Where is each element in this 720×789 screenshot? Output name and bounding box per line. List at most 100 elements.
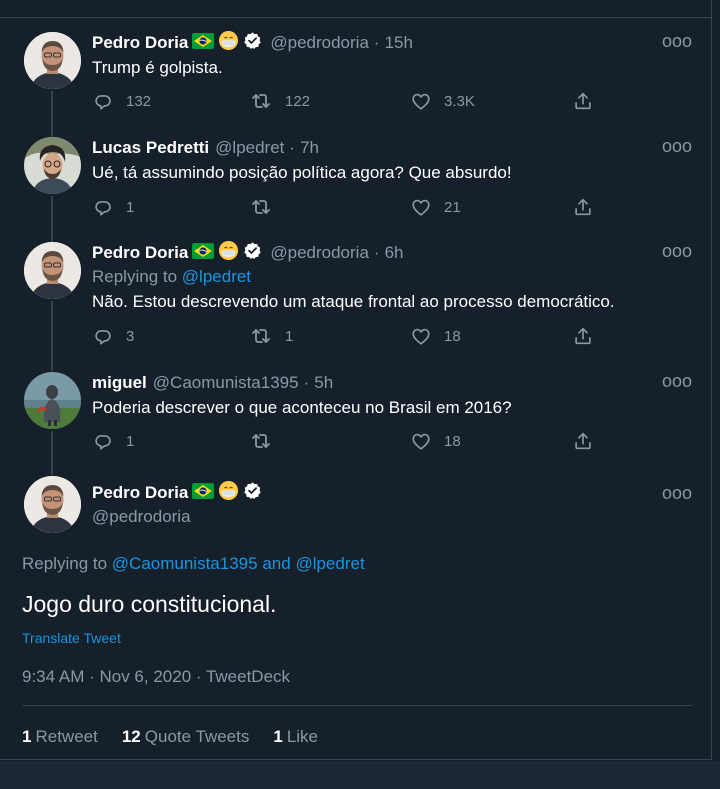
reply-button[interactable]: 3 <box>92 324 134 348</box>
like-button[interactable]: 18 <box>410 324 461 348</box>
like-icon <box>410 430 432 452</box>
like-count: 21 <box>444 198 461 216</box>
like-icon <box>410 325 432 347</box>
tweet-header: Lucas Pedretti @lpedret · 7h <box>92 137 319 159</box>
retweet-button[interactable] <box>249 429 285 453</box>
more-options-icon[interactable]: ooo <box>662 32 692 50</box>
verified-badge-icon <box>243 31 262 55</box>
reply-count: 1 <box>126 198 135 216</box>
top-divider <box>0 17 712 18</box>
reply-button[interactable]: 132 <box>92 89 151 113</box>
quotes-label: Quote Tweets <box>144 727 250 746</box>
avatar-pedro-doria[interactable] <box>24 476 81 533</box>
like-button[interactable]: 18 <box>410 429 461 453</box>
display-name[interactable]: Pedro Doria <box>92 483 188 503</box>
thread-line <box>51 301 53 371</box>
brazil-flag-icon <box>192 33 214 54</box>
replying-to-label: Replying to <box>92 267 178 286</box>
like-count: 18 <box>444 327 461 345</box>
retweet-button[interactable]: 122 <box>249 89 310 113</box>
separator-dot: · <box>303 373 310 392</box>
display-name[interactable]: Pedro Doria <box>92 33 188 53</box>
display-name[interactable]: Pedro Doria <box>92 243 188 263</box>
tweet-text: Não. Estou descrevendo um ataque frontal… <box>92 292 615 311</box>
more-options-icon[interactable]: ooo <box>662 137 692 155</box>
tweet-actions: 132 122 3.3K <box>92 89 612 113</box>
share-icon <box>572 325 594 347</box>
tweet-time[interactable]: 15h <box>385 33 413 53</box>
reply-icon <box>92 196 114 218</box>
tweet-header: Pedro Doria @pedrodoria · 15h <box>92 32 413 54</box>
share-icon <box>572 430 594 452</box>
replying-to: Replying to @lpedret <box>92 267 251 287</box>
user-handle[interactable]: @lpedret <box>215 138 284 158</box>
retweet-icon <box>249 195 273 219</box>
retweet-icon <box>249 324 273 348</box>
replying-to-and: and <box>262 554 291 573</box>
tweet-actions: 1 21 <box>92 195 612 219</box>
user-handle[interactable]: @pedrodoria <box>270 33 369 53</box>
user-handle[interactable]: @Caomunista1395 <box>153 373 299 393</box>
display-name[interactable]: Lucas Pedretti <box>92 138 209 158</box>
tweet-time[interactable]: 7h <box>300 138 319 158</box>
replying-to-link[interactable]: @lpedret <box>182 267 251 286</box>
user-handle[interactable]: @pedrodoria <box>270 243 369 263</box>
avatar-lucas-pedretti[interactable] <box>24 137 81 194</box>
share-button[interactable] <box>572 195 594 219</box>
retweet-button[interactable]: 1 <box>249 324 293 348</box>
share-button[interactable] <box>572 89 594 113</box>
like-count: 3.3K <box>444 92 475 110</box>
retweets-stat[interactable]: 1 Retweet <box>22 727 98 747</box>
like-icon <box>410 196 432 218</box>
brazil-flag-icon <box>192 483 214 504</box>
tweet-timestamp-source[interactable]: 9:34 AM · Nov 6, 2020 · TweetDeck <box>22 667 290 687</box>
verified-badge-icon <box>243 481 262 505</box>
reply-button[interactable]: 1 <box>92 195 134 219</box>
like-button[interactable]: 21 <box>410 195 461 219</box>
more-options-icon[interactable]: ooo <box>662 372 692 390</box>
share-button[interactable] <box>572 324 594 348</box>
more-options-icon[interactable]: ooo <box>662 242 692 260</box>
tweet-actions: 3 1 18 <box>92 324 612 348</box>
reply-button[interactable]: 1 <box>92 429 134 453</box>
tweet-time[interactable]: 5h <box>314 373 333 393</box>
thread-line <box>51 196 53 242</box>
main-tweet-text: Jogo duro constitucional. <box>22 591 277 617</box>
tweet-text: Trump é golpista. <box>92 58 223 77</box>
quotes-count: 12 <box>121 727 141 746</box>
replying-to-label: Replying to <box>22 554 108 573</box>
display-name[interactable]: miguel <box>92 373 147 393</box>
more-options-icon[interactable]: ooo <box>662 484 692 502</box>
translate-tweet-link[interactable]: Translate Tweet <box>22 630 121 646</box>
reply-icon <box>92 325 114 347</box>
like-count: 18 <box>444 432 461 450</box>
retweets-label: Retweet <box>35 727 98 746</box>
share-button[interactable] <box>572 429 594 453</box>
tweet-text: Poderia descrever o que aconteceu no Bra… <box>92 398 512 417</box>
main-replying-to: Replying to @Caomunista1395 and @lpedret <box>22 554 365 574</box>
bottom-strip <box>0 761 720 789</box>
likes-stat[interactable]: 1 Like <box>273 727 318 747</box>
replying-to-link-1[interactable]: @Caomunista1395 <box>112 554 258 573</box>
retweet-count: 1 <box>285 327 294 345</box>
separator-dot: · <box>373 243 380 262</box>
retweet-button[interactable] <box>249 195 285 219</box>
like-button[interactable]: 3.3K <box>410 89 475 113</box>
tweet-time[interactable]: 6h <box>385 243 404 263</box>
replying-to-link-2[interactable]: @lpedret <box>295 554 364 573</box>
reply-count: 3 <box>126 327 135 345</box>
avatar-miguel[interactable] <box>24 372 81 429</box>
user-handle[interactable]: @pedrodoria <box>92 507 191 527</box>
tweet-header: Pedro Doria @pedrodoria · 6h <box>92 242 404 264</box>
thread-line <box>51 431 53 475</box>
avatar-pedro-doria[interactable] <box>24 32 81 89</box>
face-mask-emoji-icon <box>218 30 239 56</box>
tweet-header: miguel @Caomunista1395 · 5h <box>92 372 333 394</box>
quote-tweets-stat[interactable]: 12 Quote Tweets <box>122 727 250 747</box>
separator-dot: · <box>373 33 380 52</box>
share-icon <box>572 196 594 218</box>
avatar-pedro-doria[interactable] <box>24 242 81 299</box>
face-mask-emoji-icon <box>218 480 239 506</box>
likes-label: Like <box>286 727 319 746</box>
retweet-icon <box>249 429 273 453</box>
